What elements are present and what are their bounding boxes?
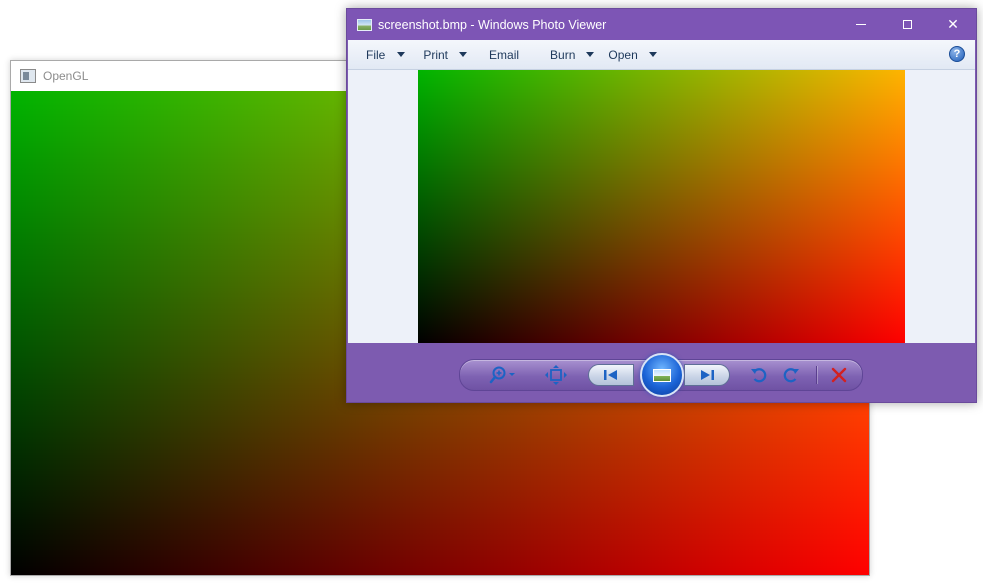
chevron-down-icon bbox=[648, 52, 657, 57]
previous-button[interactable] bbox=[588, 364, 634, 386]
menu-email[interactable]: Email bbox=[485, 40, 523, 69]
next-icon bbox=[701, 370, 714, 380]
help-glyph: ? bbox=[953, 48, 961, 60]
delete-icon bbox=[831, 367, 847, 383]
rotate-counterclockwise-icon bbox=[751, 368, 767, 383]
photo-viewer-content bbox=[348, 70, 975, 343]
menu-email-label: Email bbox=[489, 47, 520, 62]
photo-viewer-menubar: File Print Email Burn Open ? bbox=[348, 40, 975, 70]
minimize-button[interactable] bbox=[838, 9, 884, 40]
menu-open-label: Open bbox=[608, 47, 638, 62]
rotate-clockwise-icon bbox=[783, 368, 799, 383]
next-button[interactable] bbox=[684, 364, 730, 386]
rotate-counterclockwise-button[interactable] bbox=[744, 360, 774, 390]
slideshow-icon bbox=[653, 368, 671, 382]
zoom-button[interactable] bbox=[484, 360, 524, 390]
menu-burn[interactable]: Burn bbox=[546, 40, 598, 69]
fit-window-button[interactable] bbox=[540, 360, 572, 390]
maximize-icon bbox=[902, 20, 912, 29]
playback-controls bbox=[459, 353, 863, 397]
menu-file-label: File bbox=[366, 47, 386, 62]
menu-burn-label: Burn bbox=[550, 47, 576, 62]
photo-viewer-titlebar[interactable]: screenshot.bmp - Windows Photo Viewer ✕ bbox=[347, 9, 976, 40]
chevron-down-icon bbox=[586, 52, 595, 57]
maximize-button[interactable] bbox=[884, 9, 930, 40]
fit-window-icon bbox=[545, 365, 567, 385]
previous-icon bbox=[604, 370, 617, 380]
help-icon[interactable]: ? bbox=[949, 46, 965, 62]
delete-button[interactable] bbox=[824, 360, 854, 390]
minimize-icon bbox=[856, 24, 866, 25]
toolbar-separator bbox=[816, 366, 817, 384]
photo-viewer-app-icon bbox=[357, 18, 372, 31]
photo-viewer-title: screenshot.bmp - Windows Photo Viewer bbox=[378, 17, 607, 32]
close-icon: ✕ bbox=[947, 16, 959, 32]
chevron-down-icon bbox=[397, 52, 406, 57]
menu-file[interactable]: File bbox=[362, 40, 409, 69]
chevron-down-icon bbox=[459, 52, 468, 57]
close-button[interactable]: ✕ bbox=[930, 9, 976, 40]
opengl-window-title: OpenGL bbox=[43, 69, 89, 83]
menu-open[interactable]: Open bbox=[604, 40, 660, 69]
menu-print[interactable]: Print bbox=[419, 40, 471, 69]
rotate-clockwise-button[interactable] bbox=[776, 360, 806, 390]
opengl-app-icon bbox=[20, 69, 36, 83]
photo-viewer-window: screenshot.bmp - Windows Photo Viewer ✕ … bbox=[346, 8, 977, 403]
photo-viewer-toolbar bbox=[347, 343, 976, 402]
menu-print-label: Print bbox=[423, 47, 449, 62]
zoom-icon bbox=[489, 366, 515, 384]
displayed-image[interactable] bbox=[418, 70, 905, 343]
slideshow-button[interactable] bbox=[640, 353, 684, 397]
